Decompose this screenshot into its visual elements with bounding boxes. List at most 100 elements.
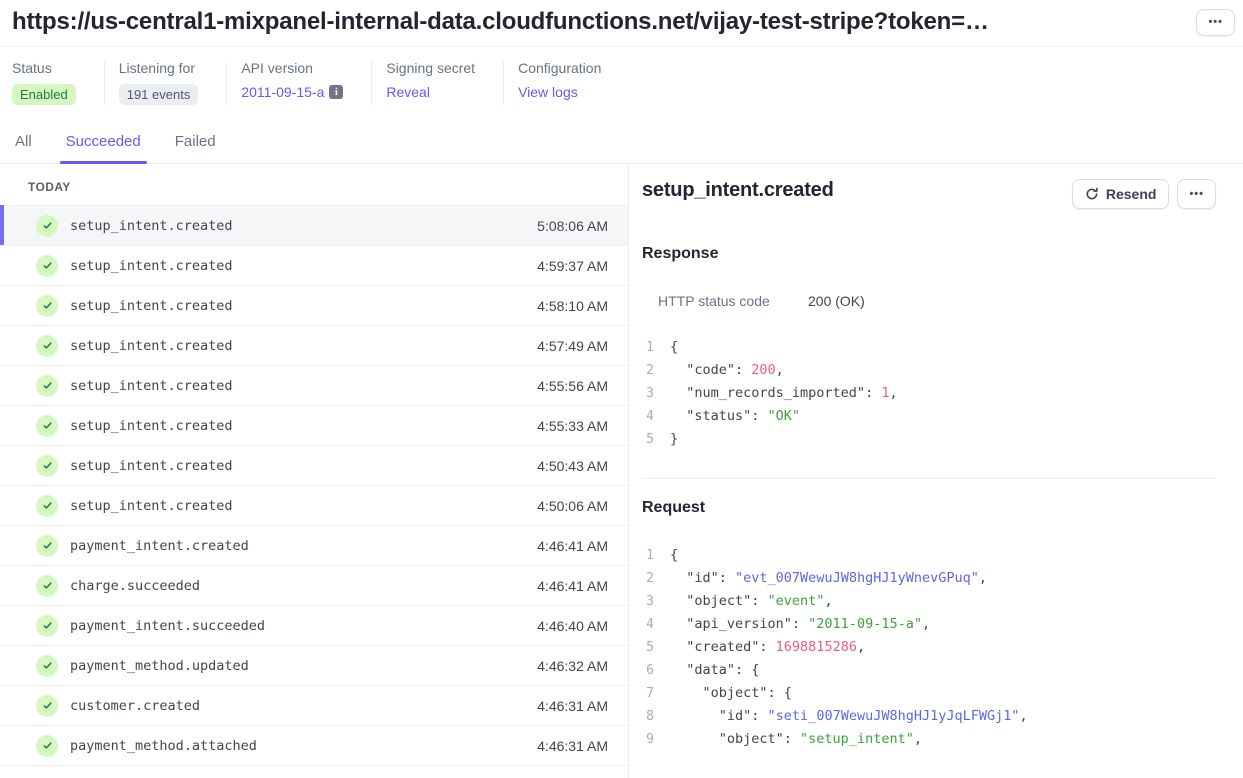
event-time: 4:46:41 AM	[537, 538, 608, 554]
event-rows: setup_intent.created5:08:06 AMsetup_inte…	[0, 206, 628, 766]
meta-item-signing-secret: Signing secret Reveal	[371, 60, 503, 105]
code-line: 2 "id": "evt_007WewuJW8hgHJ1yWnevGPuq",	[642, 567, 1216, 590]
tab-succeeded[interactable]: Succeeded	[63, 125, 144, 163]
success-check-icon	[36, 415, 58, 437]
list-item[interactable]: customer.created 4:46:31 AM	[0, 686, 628, 726]
event-name: customer.created	[70, 698, 200, 714]
list-item[interactable]: payment_intent.succeeded 4:46:40 AM	[0, 606, 628, 646]
event-title: setup_intent.created	[642, 179, 834, 202]
event-time: 4:46:31 AM	[537, 738, 608, 754]
event-time: 4:46:31 AM	[537, 698, 608, 714]
webhook-endpoint-page: https://us-central1-mixpanel-internal-da…	[0, 0, 1243, 778]
event-name: setup_intent.created	[70, 498, 233, 514]
event-time: 4:50:06 AM	[537, 498, 608, 514]
resend-icon	[1085, 187, 1099, 201]
overflow-icon: •••	[1189, 188, 1204, 200]
line-number: 3	[642, 382, 654, 405]
meta-label: Signing secret	[386, 60, 475, 76]
event-name: setup_intent.created	[70, 418, 233, 434]
request-code-block: 1{2 "id": "evt_007WewuJW8hgHJ1yWnevGPuq"…	[642, 544, 1216, 751]
event-name: payment_method.attached	[70, 738, 257, 754]
code-text: "created": 1698815286,	[670, 636, 865, 659]
success-check-icon	[36, 335, 58, 357]
api-version-link[interactable]: 2011-09-15-a i	[241, 84, 343, 100]
list-item[interactable]: setup_intent.created 4:55:56 AM	[0, 366, 628, 406]
event-time: 4:46:41 AM	[537, 578, 608, 594]
list-item[interactable]: setup_intent.created4:50:43 AM	[0, 446, 628, 486]
list-item[interactable]: charge.succeeded4:46:41 AM	[0, 566, 628, 606]
event-name: setup_intent.created	[70, 218, 233, 234]
content: TODAY setup_intent.created5:08:06 AMsetu…	[0, 164, 1243, 778]
code-line: 2 "code": 200,	[642, 359, 1216, 382]
page-header: https://us-central1-mixpanel-internal-da…	[0, 0, 1243, 47]
response-code-block: 1 {2 "code": 200,3 "num_records_imported"…	[642, 336, 1216, 451]
line-number: 1	[642, 336, 654, 359]
event-name: payment_intent.succeeded	[70, 618, 265, 634]
list-item[interactable]: setup_intent.created4:59:37 AM	[0, 246, 628, 286]
signing-secret-link[interactable]: Reveal	[386, 84, 430, 100]
detail-actions: Resend •••	[1072, 179, 1216, 209]
event-time: 4:55:56 AM	[537, 378, 608, 394]
event-name: payment_method.updated	[70, 658, 249, 674]
api-version-value: 2011-09-15-a	[241, 84, 324, 100]
overflow-icon: •••	[1208, 16, 1223, 28]
meta-label: Listening for	[119, 60, 199, 76]
tab-failed[interactable]: Failed	[172, 125, 219, 163]
code-text: "data": {	[670, 659, 759, 682]
meta-item-status: StatusEnabled	[12, 60, 104, 105]
line-number: 6	[642, 659, 654, 682]
list-item[interactable]: setup_intent.created 4:57:49 AM	[0, 326, 628, 366]
success-check-icon	[36, 735, 58, 757]
configuration-value: View logs	[518, 84, 578, 100]
meta-item-api-version: API version2011-09-15-ai	[226, 60, 371, 105]
line-number: 8	[642, 705, 654, 728]
response-heading: Response	[642, 245, 1216, 263]
code-line: 1{	[642, 544, 1216, 567]
code-text: "status": "OK"	[670, 405, 800, 428]
detail-header: setup_intent.created Resend •••	[642, 164, 1216, 209]
detail-overflow-button[interactable]: •••	[1177, 179, 1216, 209]
code-text: "id": "evt_007WewuJW8hgHJ1yWnevGPuq",	[670, 567, 987, 590]
meta-label: Configuration	[518, 60, 601, 76]
configuration-link[interactable]: View logs	[518, 84, 578, 100]
success-check-icon	[36, 255, 58, 277]
resend-button[interactable]: Resend	[1072, 179, 1170, 209]
event-name: setup_intent.created	[70, 338, 233, 354]
code-text: "api_version": "2011-09-15-a",	[670, 613, 930, 636]
event-name: setup_intent.created	[70, 378, 233, 394]
tab-all[interactable]: All	[12, 125, 35, 163]
code-line: 7 "object": {	[642, 682, 1216, 705]
list-item[interactable]: setup_intent.created4:58:10 AM	[0, 286, 628, 326]
listening-for-badge: 191 events	[119, 84, 199, 105]
list-item[interactable]: payment_intent.created4:46:41 AM	[0, 526, 628, 566]
line-number: 7	[642, 682, 654, 705]
list-item[interactable]: setup_intent.created5:08:06 AM	[0, 206, 628, 246]
code-text: "num_records_imported": 1,	[670, 382, 898, 405]
event-name: setup_intent.created	[70, 258, 233, 274]
list-item[interactable]: payment_method.attached 4:46:31 AM	[0, 726, 628, 766]
list-item[interactable]: setup_intent.created4:55:33 AM	[0, 406, 628, 446]
code-text: {	[670, 336, 678, 359]
event-time: 4:58:10 AM	[537, 298, 608, 314]
event-time: 4:57:49 AM	[537, 338, 608, 354]
code-text: "id": "seti_007WewuJW8hgHJ1yJqLFWGj1",	[670, 705, 1028, 728]
endpoint-url: https://us-central1-mixpanel-internal-da…	[12, 8, 1196, 36]
line-number: 9	[642, 728, 654, 751]
info-icon: i	[329, 85, 343, 99]
meta-row: StatusEnabledListening for191 eventsAPI …	[0, 47, 1243, 125]
today-group-label: TODAY	[0, 164, 628, 206]
list-item[interactable]: payment_method.updated4:46:32 AM	[0, 646, 628, 686]
code-text: "object": "setup_intent",	[670, 728, 922, 751]
success-check-icon	[36, 535, 58, 557]
code-line: 4 "status": "OK"	[642, 405, 1216, 428]
code-text: {	[670, 544, 678, 567]
line-number: 3	[642, 590, 654, 613]
list-item[interactable]: setup_intent.created 4:50:06 AM	[0, 486, 628, 526]
code-line: 8 "id": "seti_007WewuJW8hgHJ1yJqLFWGj1",	[642, 705, 1216, 728]
header-overflow-button[interactable]: •••	[1196, 9, 1235, 36]
line-number: 4	[642, 405, 654, 428]
event-time: 4:46:40 AM	[537, 618, 608, 634]
event-list: TODAY setup_intent.created5:08:06 AMsetu…	[0, 164, 629, 778]
detail-panel: setup_intent.created Resend •••	[629, 164, 1243, 778]
signing-secret-value: Reveal	[386, 84, 430, 100]
